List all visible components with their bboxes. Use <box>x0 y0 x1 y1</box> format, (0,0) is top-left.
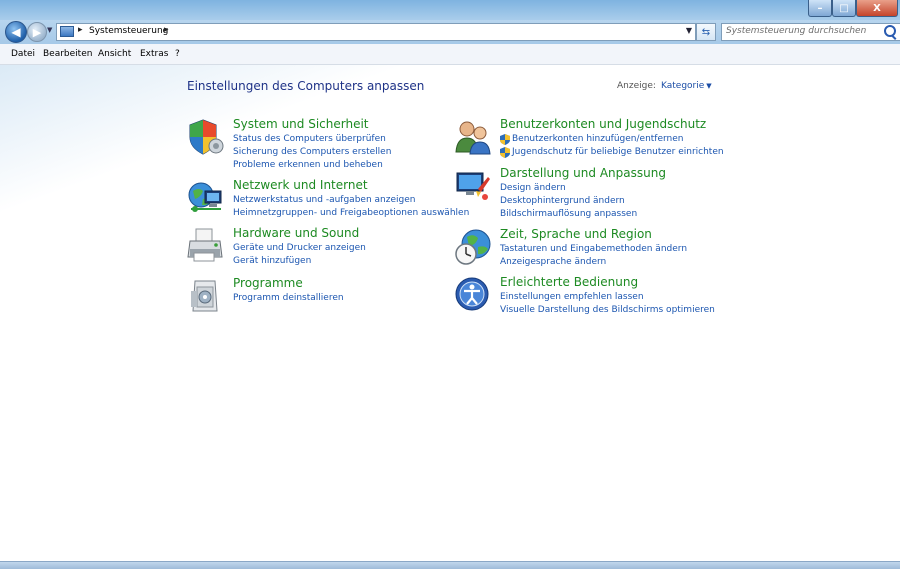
chevron-down-icon: ▼ <box>706 82 712 90</box>
link-optimize-display[interactable]: Visuelle Darstellung des Bildschirms opt… <box>500 304 715 317</box>
close-button[interactable]: X <box>856 0 898 17</box>
menu-datei[interactable]: Datei <box>11 49 35 59</box>
menu-bearbeiten[interactable]: Bearbeiten <box>43 49 92 59</box>
arrow-left-icon: ◀ <box>11 25 21 39</box>
breadcrumb-separator-icon[interactable]: ▸ <box>78 25 83 35</box>
uac-shield-icon <box>500 134 510 145</box>
category-title-network[interactable]: Netzwerk und Internet <box>233 178 368 192</box>
search-placeholder: Systemsteuerung durchsuchen <box>726 26 867 36</box>
navigation-bar: ◀ ▶ ▼ ▸ Systemsteuerung ▸ ▼ ⇆ Systemsteu… <box>0 20 900 44</box>
link-text: Jugendschutz für beliebige Benutzer einr… <box>512 147 724 157</box>
address-bar[interactable]: ▸ Systemsteuerung ▸ ▼ <box>56 23 696 41</box>
content-pane: Einstellungen des Computers anpassen Anz… <box>0 65 900 561</box>
caption-buttons: – □ X <box>808 0 898 17</box>
link-text: Benutzerkonten hinzufügen/entfernen <box>512 134 684 144</box>
forward-button[interactable]: ▶ <box>27 22 47 42</box>
link-devices-printers[interactable]: Geräte und Drucker anzeigen <box>233 242 366 255</box>
network-globe-icon[interactable] <box>187 179 225 217</box>
link-troubleshoot[interactable]: Probleme erkennen und beheben <box>233 159 391 172</box>
category-title-clock[interactable]: Zeit, Sprache und Region <box>500 227 652 241</box>
globe-clock-icon[interactable] <box>454 228 492 266</box>
category-title-system[interactable]: System und Sicherheit <box>233 117 369 131</box>
display-paint-icon[interactable] <box>454 167 492 205</box>
back-button[interactable]: ◀ <box>5 21 27 43</box>
refresh-icon: ⇆ <box>701 26 711 38</box>
ease-of-access-icon[interactable] <box>454 276 492 314</box>
link-change-theme[interactable]: Design ändern <box>500 182 637 195</box>
breadcrumb-systemsteuerung[interactable]: Systemsteuerung <box>89 26 168 36</box>
printer-icon[interactable] <box>187 227 225 265</box>
link-check-status[interactable]: Status des Computers überprüfen <box>233 133 391 146</box>
menu-ansicht[interactable]: Ansicht <box>98 49 131 59</box>
link-get-recommendations[interactable]: Einstellungen empfehlen lassen <box>500 291 715 304</box>
view-label: Anzeige: <box>617 81 656 91</box>
title-bar: – □ X <box>0 0 900 20</box>
address-dropdown-icon[interactable]: ▼ <box>686 26 692 35</box>
recent-pages-dropdown[interactable]: ▼ <box>47 26 52 34</box>
link-uninstall-program[interactable]: Programm deinstallieren <box>233 292 344 305</box>
category-title-programs[interactable]: Programme <box>233 276 303 290</box>
search-input[interactable]: Systemsteuerung durchsuchen <box>721 23 900 41</box>
breadcrumb-separator-icon[interactable]: ▸ <box>164 25 169 35</box>
users-icon[interactable] <box>454 118 492 156</box>
category-title-ease[interactable]: Erleichterte Bedienung <box>500 275 638 289</box>
category-title-hardware[interactable]: Hardware und Sound <box>233 226 359 240</box>
link-add-device[interactable]: Gerät hinzufügen <box>233 255 366 268</box>
arrow-right-icon: ▶ <box>32 25 42 39</box>
view-mode-select[interactable]: Kategorie ▼ <box>661 81 712 91</box>
page-title: Einstellungen des Computers anpassen <box>187 79 425 93</box>
menu-bar: Datei Bearbeiten Ansicht Extras ? <box>0 44 900 65</box>
link-display-language[interactable]: Anzeigesprache ändern <box>500 256 687 269</box>
link-keyboards[interactable]: Tastaturen und Eingabemethoden ändern <box>500 243 687 256</box>
category-title-users[interactable]: Benutzerkonten und Jugendschutz <box>500 117 706 131</box>
refresh-button[interactable]: ⇆ <box>696 23 716 41</box>
link-backup[interactable]: Sicherung des Computers erstellen <box>233 146 391 159</box>
maximize-button[interactable]: □ <box>832 0 856 17</box>
chevron-down-icon: ▼ <box>47 26 53 34</box>
link-desktop-background[interactable]: Desktophintergrund ändern <box>500 195 637 208</box>
menu-extras[interactable]: Extras <box>140 49 168 59</box>
view-mode-value: Kategorie <box>661 81 705 91</box>
search-icon[interactable] <box>884 25 896 37</box>
link-network-status[interactable]: Netzwerkstatus und -aufgaben anzeigen <box>233 194 469 207</box>
link-homegroup[interactable]: Heimnetzgruppen- und Freigabeoptionen au… <box>233 207 469 220</box>
link-parental-controls[interactable]: Jugendschutz für beliebige Benutzer einr… <box>500 146 724 159</box>
control-panel-icon <box>60 26 74 37</box>
programs-box-icon[interactable] <box>187 277 225 315</box>
category-title-appearance[interactable]: Darstellung und Anpassung <box>500 166 666 180</box>
menu-help[interactable]: ? <box>175 49 180 59</box>
uac-shield-icon <box>500 147 510 158</box>
minimize-button[interactable]: – <box>808 0 832 17</box>
shield-flag-icon[interactable] <box>187 118 225 156</box>
link-add-remove-accounts[interactable]: Benutzerkonten hinzufügen/entfernen <box>500 133 724 146</box>
link-screen-resolution[interactable]: Bildschirmauflösung anpassen <box>500 208 637 221</box>
